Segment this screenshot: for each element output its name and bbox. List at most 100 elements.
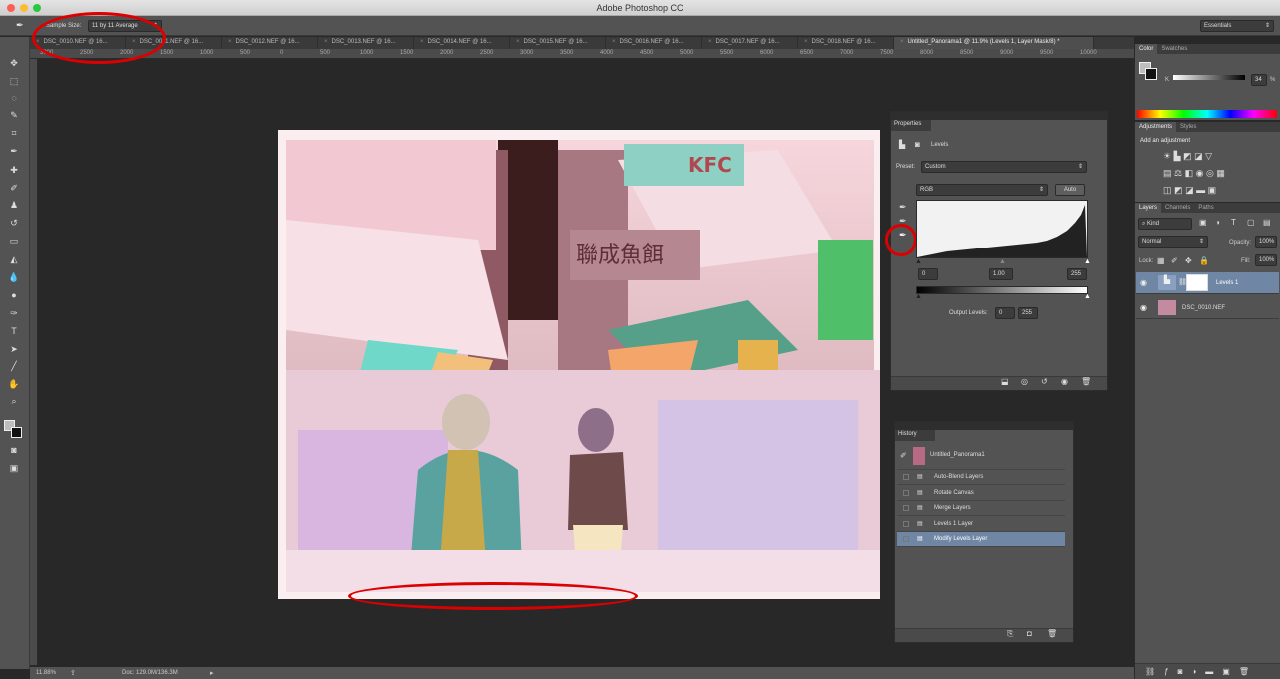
auto-button[interactable]: Auto (1055, 184, 1085, 196)
document-tab[interactable]: × DSC_0018.NEF @ 16... (798, 37, 894, 49)
filter-adjustment-icon[interactable]: ◑ (1215, 218, 1220, 227)
k-value-field[interactable]: 34 (1251, 74, 1267, 86)
healing-brush-tool-icon[interactable]: ✚ (8, 164, 20, 176)
history-state[interactable]: ▤ Modify Levels Layer (897, 532, 1065, 547)
filter-pixel-icon[interactable]: ▣ (1199, 218, 1207, 227)
output-white-slider[interactable]: ▲ (1084, 293, 1091, 300)
history-brush-tool-icon[interactable]: ↺ (8, 217, 20, 229)
exposure-icon[interactable]: ◪ (1194, 151, 1203, 161)
brightness-contrast-icon[interactable]: ☀ (1163, 151, 1171, 161)
input-white-field[interactable]: 255 (1067, 268, 1087, 280)
view-previous-icon[interactable]: ◎ (1021, 377, 1028, 386)
type-tool-icon[interactable]: T (8, 325, 20, 337)
filter-shape-icon[interactable]: ▢ (1247, 218, 1255, 227)
close-tab-icon[interactable]: × (516, 39, 520, 45)
blur-tool-icon[interactable]: 💧 (8, 271, 20, 283)
curves-icon[interactable]: ◩ (1183, 151, 1192, 161)
new-layer-icon[interactable]: ▣ (1222, 667, 1239, 676)
document-tab[interactable]: × DSC_0015.NEF @ 16... (510, 37, 606, 49)
history-state[interactable]: ▤ Rotate Canvas (897, 486, 1065, 501)
vibrance-icon[interactable]: ▽ (1205, 151, 1212, 161)
add-mask-icon[interactable]: ◙ (1178, 667, 1192, 676)
close-tab-icon[interactable]: × (324, 39, 328, 45)
posterize-icon[interactable]: ◩ (1174, 185, 1183, 195)
channel-select[interactable]: RGB ⇕ (916, 184, 1048, 196)
close-tab-icon[interactable]: × (420, 39, 424, 45)
lock-position-icon[interactable]: ✥ (1185, 256, 1192, 265)
black-point-eyedropper-icon[interactable]: ✒ (899, 202, 907, 213)
tab-channels[interactable]: Channels (1161, 203, 1195, 213)
tab-color[interactable]: Color (1135, 44, 1158, 54)
visibility-eye-icon[interactable]: ◉ (1140, 303, 1147, 312)
eyedropper-tool-icon[interactable]: ✒ (8, 145, 20, 157)
close-tab-icon[interactable]: × (900, 39, 904, 45)
eyedropper-icon[interactable]: ✒ (16, 20, 24, 31)
input-black-slider[interactable]: ▲ (915, 258, 922, 265)
share-icon[interactable]: ⇪ (70, 669, 76, 677)
filter-smart-object-icon[interactable]: ▤ (1263, 218, 1271, 227)
history-state[interactable]: ▤ Auto-Blend Layers (897, 470, 1065, 485)
history-state[interactable]: ▤ Levels 1 Layer (897, 517, 1065, 532)
layer-filter-select[interactable]: ⌕ Kind (1138, 218, 1192, 230)
layer-mask-thumbnail[interactable] (1186, 274, 1208, 291)
path-select-tool-icon[interactable]: ➤ (8, 343, 20, 355)
history-state[interactable]: ▤ Merge Layers (897, 501, 1065, 516)
move-tool-icon[interactable]: ✥ (8, 57, 20, 69)
background-swatch[interactable] (1145, 68, 1157, 80)
history-state-checkbox[interactable] (903, 474, 909, 480)
hand-tool-icon[interactable]: ✋ (8, 378, 20, 390)
background-color-swatch[interactable] (11, 427, 22, 438)
trash-icon[interactable]: 🗑 (1081, 377, 1091, 386)
panorama-image[interactable]: KFC 聯成魚餌 (278, 130, 880, 599)
history-snapshot[interactable]: ✐ Untitled_Panorama1 (897, 444, 1065, 470)
history-state-checkbox[interactable] (903, 536, 909, 542)
document-tab[interactable]: × Untitled_Panorama1 @ 11.9% (Levels 1, L… (894, 37, 1094, 49)
crop-tool-icon[interactable]: ⌗ (8, 127, 20, 139)
close-tab-icon[interactable]: × (612, 39, 616, 45)
marquee-tool-icon[interactable]: ⬚ (8, 75, 20, 87)
quick-select-tool-icon[interactable]: ✎ (8, 109, 20, 121)
link-layers-icon[interactable]: ⛓ (1145, 667, 1164, 676)
layer-style-icon[interactable]: ƒ (1164, 667, 1177, 676)
output-black-field[interactable]: 0 (995, 307, 1015, 319)
black-white-icon[interactable]: ◧ (1185, 168, 1194, 178)
visibility-eye-icon[interactable]: ◉ (1140, 278, 1147, 287)
layer-row-levels[interactable]: ◉ ▙ ⛓ Levels 1 (1136, 272, 1279, 294)
lock-pixels-icon[interactable]: ✐ (1171, 256, 1178, 265)
close-tab-icon[interactable]: × (708, 39, 712, 45)
trash-icon[interactable]: 🗑 (1239, 667, 1258, 676)
input-white-slider[interactable]: ▲ (1084, 258, 1091, 265)
filter-type-icon[interactable]: T (1231, 218, 1236, 227)
output-black-slider[interactable]: ▲ (915, 293, 922, 300)
paint-bucket-tool-icon[interactable]: ◭ (8, 253, 20, 265)
opacity-field[interactable]: 100% (1255, 236, 1277, 248)
hue-saturation-icon[interactable]: ▤ (1163, 168, 1172, 178)
tab-layers[interactable]: Layers (1135, 203, 1162, 213)
clone-stamp-tool-icon[interactable]: ♟ (8, 199, 20, 211)
tab-adjustments[interactable]: Adjustments (1135, 122, 1177, 132)
brush-tool-icon[interactable]: ✐ (8, 182, 20, 194)
quick-mask-icon[interactable]: ◙ (8, 444, 20, 456)
document-tab[interactable]: × DSC_0012.NEF @ 16... (222, 37, 318, 49)
properties-tab[interactable]: Properties (891, 120, 931, 131)
color-spectrum-bar[interactable] (1137, 110, 1277, 118)
close-tab-icon[interactable]: × (804, 39, 808, 45)
levels-icon[interactable]: ▙ (1174, 151, 1181, 161)
selective-color-icon[interactable]: ▣ (1208, 185, 1217, 195)
history-state-checkbox[interactable] (903, 520, 909, 527)
document-tab[interactable]: × DSC_0014.NEF @ 16... (414, 37, 510, 49)
zoom-level[interactable]: 11.88% (36, 670, 56, 676)
line-tool-icon[interactable]: ╱ (8, 360, 20, 372)
document-tab[interactable]: × DSC_0017.NEF @ 16... (702, 37, 798, 49)
trash-icon[interactable]: 🗑 (1047, 629, 1057, 638)
screen-mode-icon[interactable]: ▣ (8, 462, 20, 474)
tab-styles[interactable]: Styles (1176, 122, 1201, 132)
workspace-select[interactable]: Essentials ⇕ (1200, 20, 1274, 32)
k-slider[interactable] (1173, 75, 1245, 80)
layer-row-dsc0010[interactable]: ◉ DSC_0010.NEF (1136, 297, 1279, 319)
lock-transparency-icon[interactable]: ▦ (1157, 256, 1165, 265)
history-state-checkbox[interactable] (903, 489, 909, 496)
lock-all-icon[interactable]: 🔒 (1199, 256, 1209, 265)
history-state-checkbox[interactable] (903, 505, 909, 511)
close-tab-icon[interactable]: × (228, 39, 232, 45)
